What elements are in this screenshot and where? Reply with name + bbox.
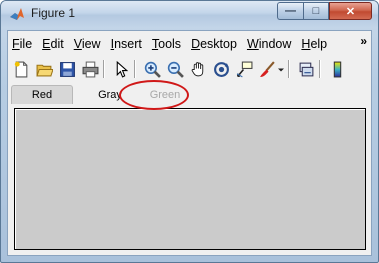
menu-insert[interactable]: Insert <box>107 37 146 51</box>
window-title: Figure 1 <box>31 6 76 20</box>
link-plot-icon[interactable] <box>296 59 316 79</box>
toolbar-separator <box>103 60 105 78</box>
menu-desktop[interactable]: Desktop <box>187 37 241 51</box>
maximize-button[interactable]: □ <box>303 2 329 20</box>
menu-overflow-button[interactable]: » <box>360 34 367 48</box>
rotate-3d-icon[interactable] <box>211 59 231 79</box>
menu-file[interactable]: File <box>8 37 36 51</box>
print-icon[interactable] <box>80 59 100 79</box>
menu-tools[interactable]: Tools <box>148 37 185 51</box>
edit-plot-arrow-icon[interactable] <box>111 59 131 79</box>
figure-toolbar <box>8 56 371 82</box>
menu-window[interactable]: Window <box>243 37 295 51</box>
figure-window: Figure 1 — □ ✕ File Edit View Insert Too… <box>0 0 379 263</box>
zoom-in-icon[interactable] <box>142 59 162 79</box>
close-icon: ✕ <box>345 5 356 18</box>
toolbar-separator <box>288 60 290 78</box>
figure-client-area: File Edit View Insert Tools Desktop Wind… <box>7 30 372 256</box>
new-figure-icon[interactable] <box>11 59 31 79</box>
title-bar[interactable]: Figure 1 — □ ✕ <box>1 1 378 27</box>
tab-red-label: Red <box>31 89 53 101</box>
save-icon[interactable] <box>57 59 77 79</box>
tab-red[interactable]: Red <box>11 85 73 104</box>
menu-edit[interactable]: Edit <box>38 37 68 51</box>
toolbar-separator <box>319 60 321 78</box>
open-file-icon[interactable] <box>34 59 54 79</box>
red-annotation-ellipse <box>119 80 189 110</box>
matlab-logo-icon <box>10 8 24 20</box>
minimize-button[interactable]: — <box>277 2 303 20</box>
tab-group: Red Gray Green <box>10 82 369 105</box>
menu-bar: File Edit View Insert Tools Desktop Wind… <box>8 33 371 55</box>
close-button[interactable]: ✕ <box>329 2 372 20</box>
tab-content-panel <box>14 108 366 250</box>
window-controls: — □ ✕ <box>277 2 372 20</box>
maximize-icon: □ <box>312 5 320 17</box>
menu-view[interactable]: View <box>70 37 105 51</box>
minimize-icon: — <box>285 5 296 17</box>
data-cursor-icon[interactable] <box>234 59 254 79</box>
menu-help[interactable]: Help <box>297 37 331 51</box>
insert-colorbar-icon[interactable] <box>327 59 347 79</box>
pan-hand-icon[interactable] <box>188 59 208 79</box>
zoom-out-icon[interactable] <box>165 59 185 79</box>
brush-icon[interactable] <box>257 59 277 79</box>
brush-dropdown-icon[interactable] <box>277 59 285 79</box>
toolbar-separator <box>134 60 136 78</box>
